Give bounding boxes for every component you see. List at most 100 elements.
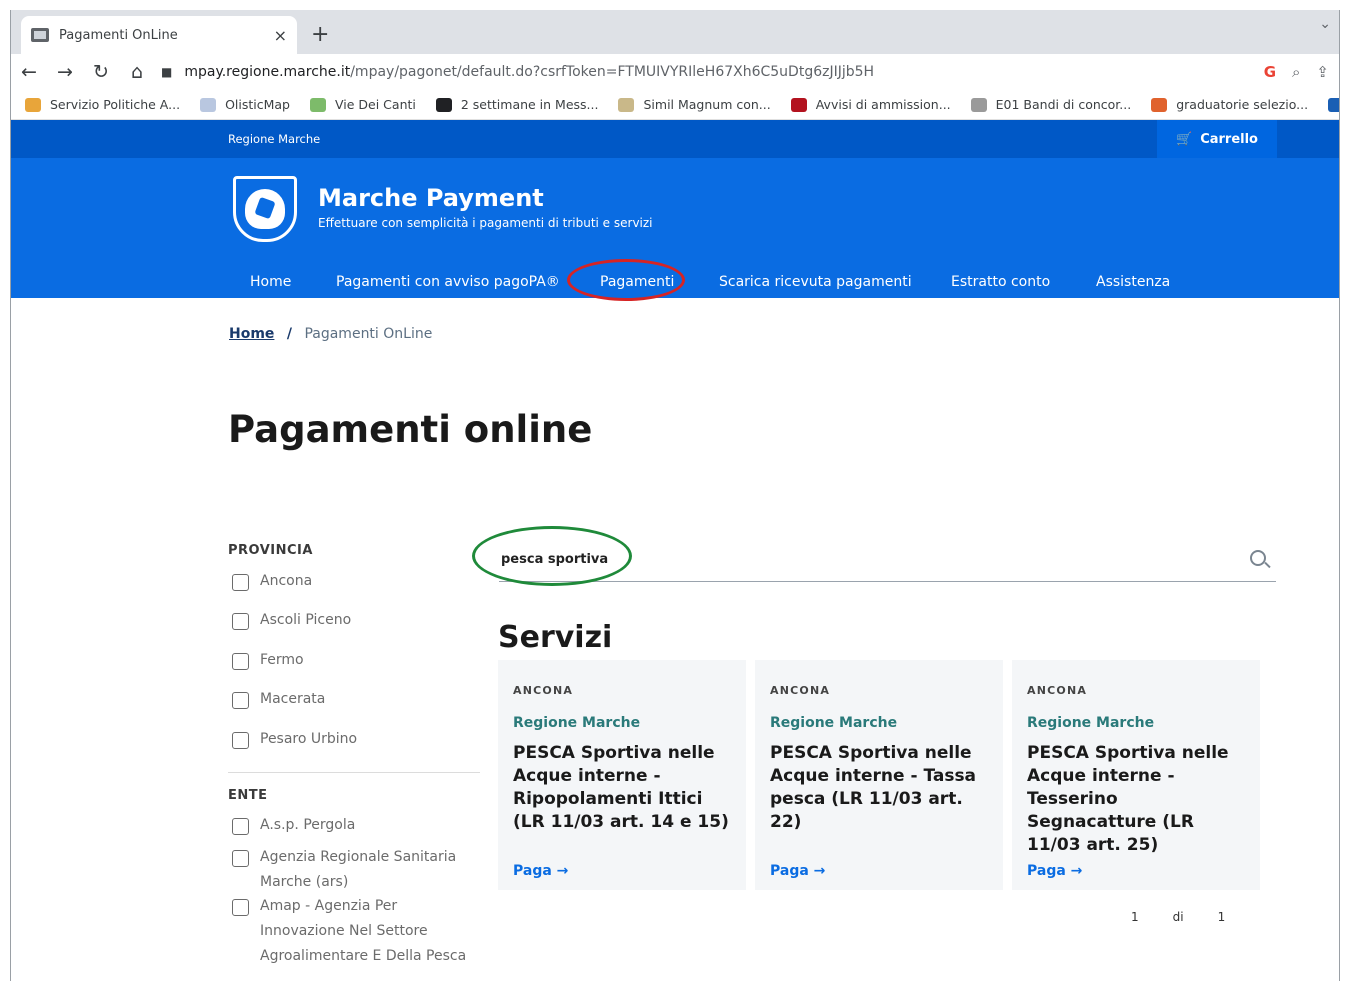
card-title[interactable]: PESCA Sportiva nelle Acque interne - Tas… <box>770 742 992 834</box>
site-header: Marche Payment Effettuare con semplicità… <box>11 158 1339 301</box>
green-highlight-annotation <box>472 526 632 586</box>
bookmark-item[interactable]: OlisticMap <box>200 97 290 112</box>
ente-heading: ENTE <box>228 788 268 803</box>
google-icon[interactable]: G <box>1264 63 1276 81</box>
checkbox-box[interactable] <box>232 818 249 835</box>
checkbox-box[interactable] <box>232 692 249 709</box>
red-highlight-annotation <box>567 259 685 301</box>
forward-arrow-icon[interactable]: → <box>47 61 83 83</box>
tab-search-chevron-icon[interactable]: ⌄ <box>1319 16 1331 32</box>
bookmark-favicon-icon <box>310 97 326 112</box>
zoom-icon[interactable]: ⌕ <box>1292 63 1300 81</box>
tab-title: Pagamenti OnLine <box>59 27 178 43</box>
bookmark-item[interactable]: graduatorie selezio... <box>1151 97 1308 112</box>
bookmark-item[interactable]: 2 settimane in Mess... <box>435 97 598 112</box>
lock-icon[interactable]: ■ <box>161 65 172 79</box>
cart-icon: 🛒 <box>1176 131 1193 147</box>
share-icon[interactable]: ⇪ <box>1316 63 1329 81</box>
bookmark-favicon-icon <box>1328 97 1339 112</box>
bookmark-favicon-icon <box>435 97 452 112</box>
filter-provincia-checkbox[interactable]: Pesaro Urbino <box>232 731 470 752</box>
service-card[interactable]: ANCONA Regione Marche PESCA Sportiva nel… <box>1012 660 1260 890</box>
filter-ente-checkbox[interactable]: A.s.p. Pergola <box>232 817 470 838</box>
filter-provincia-checkbox[interactable]: Fermo <box>232 652 470 673</box>
card-ente: Regione Marche <box>1027 715 1155 731</box>
nav-home[interactable]: Home <box>250 274 291 290</box>
bookmark-favicon-icon <box>970 97 987 112</box>
tab-close-icon[interactable]: × <box>274 26 287 45</box>
url-path: /mpay/pagonet/default.do?csrfToken=FTMUI… <box>350 64 875 80</box>
card-provincia: ANCONA <box>770 684 831 697</box>
filter-divider <box>228 772 480 773</box>
bookmark-item[interactable]: Simil Magnum con... <box>618 97 771 112</box>
cart-button[interactable]: 🛒 Carrello <box>1157 120 1277 158</box>
bookmark-favicon-icon <box>1151 97 1168 112</box>
pagination: 1 di 1 <box>1131 910 1225 924</box>
filter-ente-checkbox[interactable]: Amap - Agenzia Per Innovazione Nel Setto… <box>232 898 470 969</box>
pager-of: di <box>1172 910 1184 924</box>
site-top-bar: Regione Marche 🛒 Carrello <box>11 120 1339 158</box>
pager-total[interactable]: 1 <box>1218 910 1226 924</box>
checkbox-box[interactable] <box>232 732 249 749</box>
results-heading: Servizi <box>498 620 613 655</box>
address-bar[interactable]: ■ mpay.regione.marche.it/mpay/pagonet/de… <box>161 57 1258 87</box>
breadcrumb-home-link[interactable]: Home <box>229 326 274 342</box>
browser-toolbar: ← → ↻ ⌂ ■ mpay.regione.marche.it/mpay/pa… <box>11 54 1339 90</box>
checkbox-box[interactable] <box>232 653 249 670</box>
card-title[interactable]: PESCA Sportiva nelle Acque interne - Tes… <box>1027 742 1249 857</box>
bookmark-favicon-icon <box>790 97 807 112</box>
search-icon[interactable] <box>1250 550 1266 566</box>
paga-link[interactable]: Paga → <box>513 863 568 879</box>
home-icon[interactable]: ⌂ <box>119 61 155 83</box>
browser-tab[interactable]: Pagamenti OnLine × <box>21 16 297 54</box>
service-card[interactable]: ANCONA Regione Marche PESCA Sportiva nel… <box>755 660 1003 890</box>
nav-assistenza[interactable]: Assistenza <box>1096 274 1170 290</box>
pager-current[interactable]: 1 <box>1131 910 1139 924</box>
tab-strip: Pagamenti OnLine × + ⌄ <box>11 10 1339 54</box>
checkbox-box[interactable] <box>232 613 249 630</box>
bookmark-favicon-icon <box>618 97 635 112</box>
nav-estratto-conto[interactable]: Estratto conto <box>951 274 1050 290</box>
breadcrumb-separator: / <box>286 326 292 342</box>
filter-ente-checkbox[interactable]: Agenzia Regionale Sanitaria Marche (ars) <box>232 849 470 895</box>
page-title: Pagamenti online <box>228 408 593 451</box>
checkbox-box[interactable] <box>232 574 249 591</box>
region-label[interactable]: Regione Marche <box>228 132 320 146</box>
paga-link[interactable]: Paga → <box>1027 863 1082 879</box>
filter-provincia-checkbox[interactable]: Ascoli Piceno <box>232 612 470 633</box>
card-ente: Regione Marche <box>513 715 641 731</box>
browser-window: Pagamenti OnLine × + ⌄ ← → ↻ ⌂ ■ mpay.re… <box>10 10 1340 981</box>
bookmark-item[interactable]: Avvisi di ammission... <box>790 97 951 112</box>
breadcrumb: Home / Pagamenti OnLine <box>229 326 432 342</box>
bookmark-item[interactable] <box>1328 97 1339 112</box>
service-card[interactable]: ANCONA Regione Marche PESCA Sportiva nel… <box>498 660 746 890</box>
nav-pagamenti-pagopa[interactable]: Pagamenti con avviso pagoPA® <box>336 274 560 290</box>
card-provincia: ANCONA <box>513 684 574 697</box>
bookmark-item[interactable]: Vie Dei Canti <box>310 97 416 112</box>
bookmark-item[interactable]: E01 Bandi di concor... <box>970 97 1131 112</box>
bookmark-item[interactable]: Servizio Politiche A... <box>25 97 180 112</box>
bookmark-favicon-icon <box>25 97 41 112</box>
checkbox-box[interactable] <box>232 899 249 916</box>
filter-provincia-checkbox[interactable]: Macerata <box>232 691 470 712</box>
cart-label: Carrello <box>1200 131 1258 147</box>
back-arrow-icon[interactable]: ← <box>11 61 47 83</box>
card-ente: Regione Marche <box>770 715 898 731</box>
site-favicon-icon <box>31 28 49 42</box>
nav-scarica-ricevuta[interactable]: Scarica ricevuta pagamenti <box>719 274 912 290</box>
brand-tagline: Effettuare con semplicità i pagamenti di… <box>318 216 653 230</box>
reload-icon[interactable]: ↻ <box>83 61 119 83</box>
regione-marche-logo[interactable] <box>233 176 297 242</box>
url-host: mpay.regione.marche.it <box>184 64 351 80</box>
bookmarks-bar: Servizio Politiche A... OlisticMap Vie D… <box>11 90 1339 120</box>
provincia-heading: PROVINCIA <box>228 543 313 558</box>
card-provincia: ANCONA <box>1027 684 1088 697</box>
filter-provincia-checkbox[interactable]: Ancona <box>232 573 470 594</box>
new-tab-button[interactable]: + <box>311 22 329 47</box>
brand-name[interactable]: Marche Payment <box>318 184 544 212</box>
checkbox-box[interactable] <box>232 850 249 867</box>
paga-link[interactable]: Paga → <box>770 863 825 879</box>
card-title[interactable]: PESCA Sportiva nelle Acque interne - Rip… <box>513 742 735 834</box>
bookmark-favicon-icon <box>200 97 217 112</box>
breadcrumb-current: Pagamenti OnLine <box>304 326 433 342</box>
